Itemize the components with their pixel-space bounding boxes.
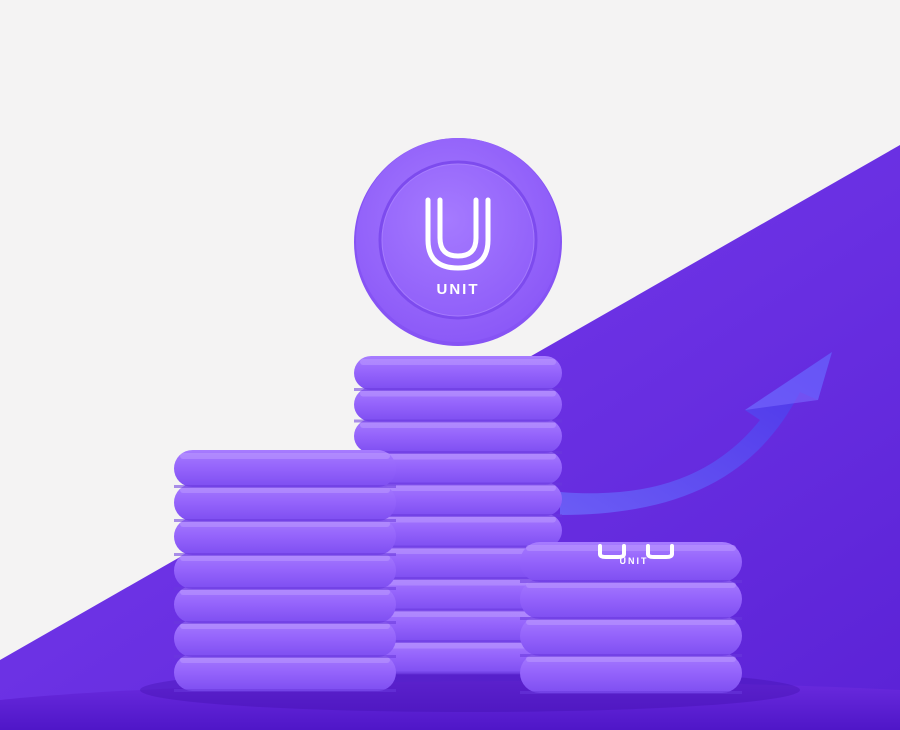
coin bbox=[520, 579, 742, 620]
brand-name: UNIT bbox=[437, 281, 480, 298]
coin bbox=[354, 419, 562, 454]
floating-coin: UNIT bbox=[354, 138, 562, 346]
coin bbox=[174, 518, 396, 556]
coin bbox=[354, 356, 562, 391]
coin bbox=[174, 620, 396, 658]
coin bbox=[174, 654, 396, 692]
coin-stacks-illustration: UNIT UNIT bbox=[0, 0, 900, 730]
coin bbox=[520, 653, 742, 694]
coin bbox=[174, 552, 396, 590]
coin bbox=[174, 484, 396, 522]
coin bbox=[520, 616, 742, 657]
coin-stack-left bbox=[174, 450, 396, 692]
brand-name-small: UNIT bbox=[620, 556, 649, 566]
hero-illustration: UNIT UNIT bbox=[0, 0, 900, 730]
coin bbox=[174, 586, 396, 624]
coin bbox=[354, 387, 562, 423]
coin bbox=[174, 450, 396, 488]
